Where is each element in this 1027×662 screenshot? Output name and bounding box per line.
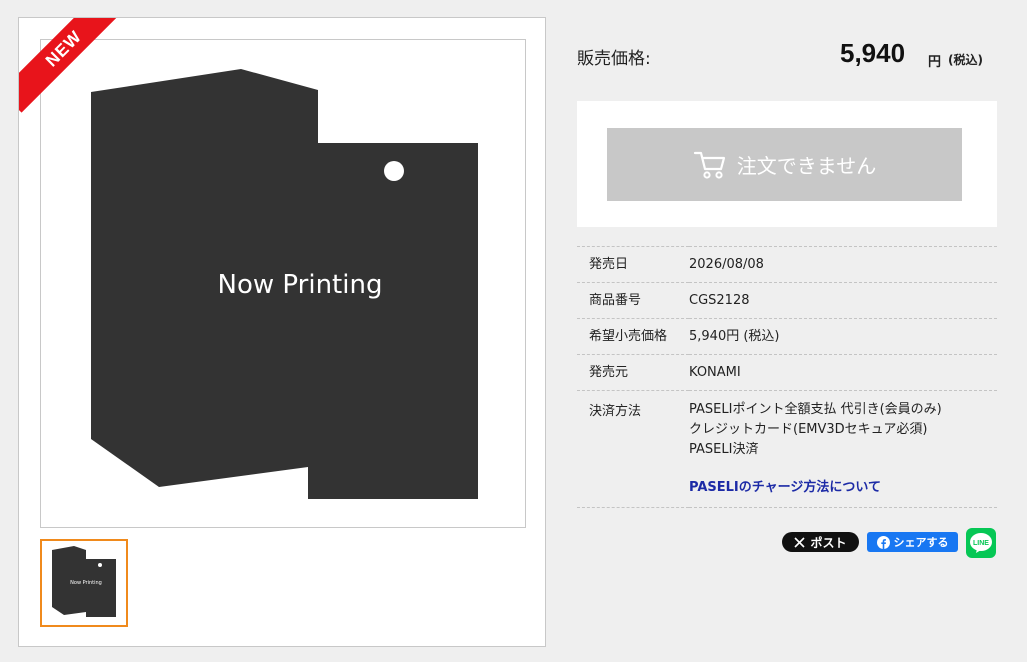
- spec-key: 発売元: [577, 354, 689, 391]
- spec-value: KONAMI: [689, 354, 997, 391]
- spec-row-publisher: 発売元 KONAMI: [577, 354, 997, 391]
- order-unavailable-button[interactable]: 注文できません: [607, 128, 962, 201]
- spec-row-msrp: 希望小売価格 5,940円 (税込): [577, 318, 997, 355]
- price-currency: 円: [928, 55, 942, 70]
- payment-method-line: PASELI決済: [689, 442, 759, 457]
- price-label: 販売価格:: [577, 49, 651, 69]
- x-post-label: ポスト: [810, 535, 847, 550]
- payment-method-line: クレジットカード(EMV3Dセキュア必須): [689, 422, 928, 437]
- spec-value: 2026/08/08: [689, 246, 997, 283]
- line-logo-icon: LINE: [970, 533, 992, 553]
- facebook-share-label: シェアする: [893, 536, 949, 549]
- spec-value: PASELIポイント全額支払 代引き(会員のみ) クレジットカード(EMV3Dセ…: [689, 390, 997, 508]
- now-printing-text: Now Printing: [218, 270, 383, 300]
- product-image-panel: Now Printing NEW Now Printing: [18, 17, 546, 647]
- now-printing-placeholder: Now Printing: [91, 69, 478, 499]
- line-share-button[interactable]: LINE: [966, 528, 996, 558]
- cart-icon: [693, 151, 725, 179]
- spec-value: CGS2128: [689, 282, 997, 319]
- spec-key: 発売日: [577, 246, 689, 283]
- x-post-button[interactable]: ポスト: [782, 532, 859, 552]
- line-logo-text: LINE: [973, 540, 989, 547]
- spec-key: 決済方法: [577, 390, 689, 508]
- spec-row-payment: 決済方法 PASELIポイント全額支払 代引き(会員のみ) クレジットカード(E…: [577, 390, 997, 508]
- order-button-label: 注文できません: [736, 154, 877, 178]
- thumbnail-placeholder: Now Printing: [52, 546, 116, 617]
- product-spec-table: 発売日 2026/08/08 商品番号 CGS2128 希望小売価格 5,940…: [577, 246, 997, 508]
- spec-key: 商品番号: [577, 282, 689, 319]
- order-box: 注文できません: [577, 101, 997, 227]
- x-logo-icon: [794, 536, 806, 548]
- paseli-charge-link[interactable]: PASELIのチャージ方法について: [689, 478, 997, 498]
- main-product-image[interactable]: Now Printing: [40, 39, 526, 528]
- facebook-logo-icon: [876, 535, 890, 549]
- facebook-share-button[interactable]: シェアする: [867, 532, 958, 552]
- payment-method-line: PASELIポイント全額支払 代引き(会員のみ): [689, 402, 942, 417]
- spec-row-product-number: 商品番号 CGS2128: [577, 282, 997, 319]
- spec-value: 5,940円 (税込): [689, 318, 997, 355]
- spec-row-release-date: 発売日 2026/08/08: [577, 246, 997, 283]
- price-tax-note: (税込): [948, 53, 983, 67]
- spec-key: 希望小売価格: [577, 318, 689, 355]
- product-thumbnail[interactable]: Now Printing: [40, 539, 128, 627]
- price-value: 5,940: [840, 38, 906, 68]
- thumbnail-text: Now Printing: [70, 580, 102, 586]
